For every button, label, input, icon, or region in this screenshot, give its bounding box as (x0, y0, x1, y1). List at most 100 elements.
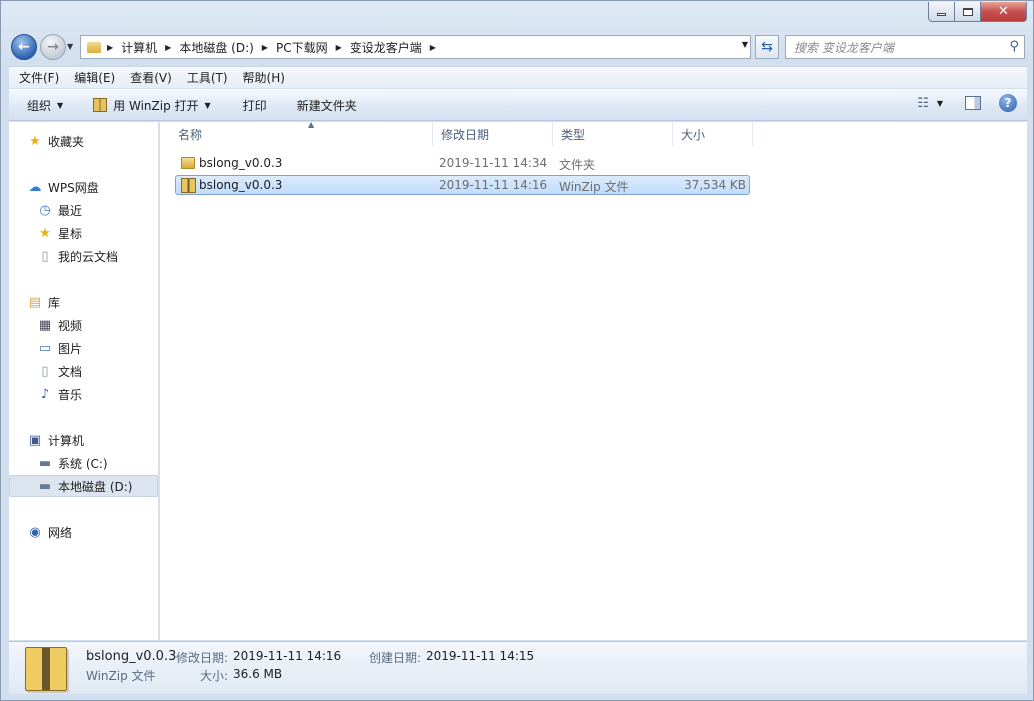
nav-network[interactable]: ◉ 网络 (27, 522, 72, 542)
chevron-right-icon[interactable]: ▶ (334, 43, 344, 52)
open-with-winzip-button[interactable]: 用 WinZip 打开 ▼ (75, 97, 223, 114)
help-icon[interactable]: ? (999, 94, 1017, 112)
view-controls: ☷ ▼ ? (917, 94, 1017, 112)
file-row-folder[interactable]: bslong_v0.0.3 2019-11-11 14:34 文件夹 (175, 154, 750, 174)
breadcrumb-pc-download[interactable]: PC下载网 (270, 39, 334, 56)
nav-label: 最近 (58, 203, 83, 218)
clock-icon: ◷ (39, 202, 51, 218)
menu-edit[interactable]: 编辑(E) (64, 69, 120, 86)
nav-label: 星标 (58, 226, 83, 241)
breadcrumb-drive-d[interactable]: 本地磁盘 (D:) (173, 39, 259, 56)
organize-button[interactable]: 组织 ▼ (9, 97, 75, 114)
nav-favorites[interactable]: ★ 收藏夹 (27, 131, 84, 151)
chevron-right-icon[interactable]: ▶ (260, 43, 270, 52)
nav-label: 系统 (C:) (58, 456, 108, 471)
open-with-label: 用 WinZip 打开 (113, 98, 199, 113)
address-bar[interactable]: ▶ 计算机 ▶ 本地磁盘 (D:) ▶ PC下载网 ▶ 变设龙客户端 ▶ ▼ (80, 35, 751, 59)
forward-button[interactable]: → (40, 34, 66, 60)
nav-wps-star[interactable]: ★ 星标 (37, 223, 82, 243)
nav-library[interactable]: ▤ 库 (27, 292, 60, 312)
system-drive-icon: ▬ (38, 455, 52, 471)
column-type[interactable]: 类型 (553, 122, 673, 146)
nav-pictures[interactable]: ▭ 图片 (37, 338, 82, 358)
nav-music[interactable]: ♪ 音乐 (37, 384, 82, 404)
details-file-name: bslong_v0.0.3 (86, 649, 177, 664)
forward-arrow-icon: → (47, 39, 59, 55)
column-type-label: 类型 (561, 127, 586, 142)
nav-drive-d[interactable]: ▬ 本地磁盘 (D:) (9, 475, 158, 497)
back-button[interactable]: ← (11, 34, 37, 60)
nav-wps-drive[interactable]: ☁ WPS网盘 (27, 177, 99, 197)
search-input[interactable]: 搜索 变设龙客户端 ⚲ (785, 35, 1025, 59)
nav-documents[interactable]: ▯ 文档 (37, 361, 82, 381)
details-size-label: 大小: (200, 669, 229, 683)
breadcrumb-current-folder[interactable]: 变设龙客户端 (344, 39, 428, 56)
nav-label: 收藏夹 (48, 134, 85, 149)
file-type: 文件夹 (559, 158, 596, 172)
organize-label: 组织 (27, 98, 52, 113)
nav-label: 视频 (58, 318, 83, 333)
search-icon[interactable]: ⚲ (1009, 39, 1019, 54)
nav-wps-docs[interactable]: ▯ 我的云文档 (37, 246, 118, 266)
file-list: 名称 ▲ 修改日期 类型 大小 bslong_v0.0.3 2019-11-11 … (160, 120, 1027, 640)
chevron-down-icon[interactable]: ▼ (937, 99, 943, 108)
star-icon: ★ (39, 225, 51, 241)
sort-up-icon: ▲ (308, 120, 315, 129)
folder-icon (87, 41, 101, 53)
column-modified[interactable]: 修改日期 (433, 122, 553, 146)
navigation-pane: ★ 收藏夹 ☁ WPS网盘 ◷ 最近 ★ 星标 ▯ 我的云文档 ▤ 库 ▦ 视频 ▭ 图片 ▯ 文… (9, 122, 159, 640)
new-folder-button[interactable]: 新建文件夹 (279, 97, 369, 114)
print-button[interactable]: 打印 (223, 97, 279, 114)
print-label: 打印 (242, 98, 267, 113)
minimize-button[interactable] (928, 2, 955, 22)
refresh-button[interactable]: ⇆ (755, 35, 779, 59)
column-size-label: 大小 (681, 127, 706, 142)
nav-drive-c[interactable]: ▬ 系统 (C:) (37, 453, 108, 473)
chevron-down-icon[interactable]: ▼ (742, 40, 748, 49)
file-modified: 2019-11-11 14:16 (439, 178, 548, 192)
nav-label: WPS网盘 (48, 180, 99, 195)
star-icon: ★ (29, 133, 41, 149)
drive-icon: ▬ (38, 478, 52, 494)
column-size[interactable]: 大小 (673, 122, 753, 146)
maximize-icon (962, 7, 973, 16)
file-modified: 2019-11-11 14:34 (439, 156, 548, 170)
command-bar: 组织 ▼ 用 WinZip 打开 ▼ 打印 新建文件夹 ☷ ▼ ? (9, 89, 1027, 121)
menu-view[interactable]: 查看(V) (120, 69, 177, 86)
chevron-right-icon[interactable]: ▶ (163, 43, 173, 52)
menu-file[interactable]: 文件(F) (9, 69, 64, 86)
library-icon: ▤ (28, 294, 42, 310)
menu-tools[interactable]: 工具(T) (177, 69, 233, 86)
maximize-button[interactable] (955, 2, 981, 22)
file-name: bslong_v0.0.3 (199, 156, 283, 170)
nav-label: 我的云文档 (58, 249, 119, 264)
breadcrumb-computer[interactable]: 计算机 (115, 39, 163, 56)
chevron-right-icon[interactable]: ▶ (105, 43, 115, 52)
chevron-right-icon[interactable]: ▶ (428, 43, 438, 52)
chevron-down-icon: ▼ (204, 100, 211, 110)
file-size: 37,534 KB (684, 178, 746, 192)
close-button[interactable]: ✕ (981, 2, 1027, 22)
network-icon: ◉ (29, 524, 41, 540)
nav-videos[interactable]: ▦ 视频 (37, 315, 82, 335)
preview-pane-icon[interactable] (965, 96, 981, 110)
minimize-icon (937, 13, 946, 16)
close-icon: ✕ (998, 4, 1009, 19)
document-icon: ▯ (41, 363, 49, 379)
details-created-value: 2019-11-11 14:15 (426, 649, 535, 663)
nav-wps-recent[interactable]: ◷ 最近 (37, 200, 82, 220)
nav-label: 音乐 (58, 387, 83, 402)
details-file-type: WinZip 文件 (86, 669, 156, 683)
music-icon: ♪ (40, 386, 50, 402)
back-arrow-icon: ← (18, 39, 30, 55)
nav-label: 网络 (48, 525, 73, 540)
menu-help[interactable]: 帮助(H) (233, 69, 290, 86)
view-options-icon[interactable]: ☷ (917, 96, 929, 111)
column-name[interactable]: 名称 ▲ (170, 120, 433, 146)
file-row-winzip[interactable]: bslong_v0.0.3 2019-11-11 14:16 WinZip 文件… (175, 175, 750, 195)
winzip-icon (25, 647, 67, 691)
details-pane: bslong_v0.0.3 WinZip 文件 修改日期: 2019-11-11… (9, 641, 1027, 694)
chevron-down-icon: ▼ (57, 100, 64, 110)
history-dropdown-icon[interactable]: ▼ (67, 42, 73, 51)
nav-computer[interactable]: ▣ 计算机 (27, 430, 84, 450)
